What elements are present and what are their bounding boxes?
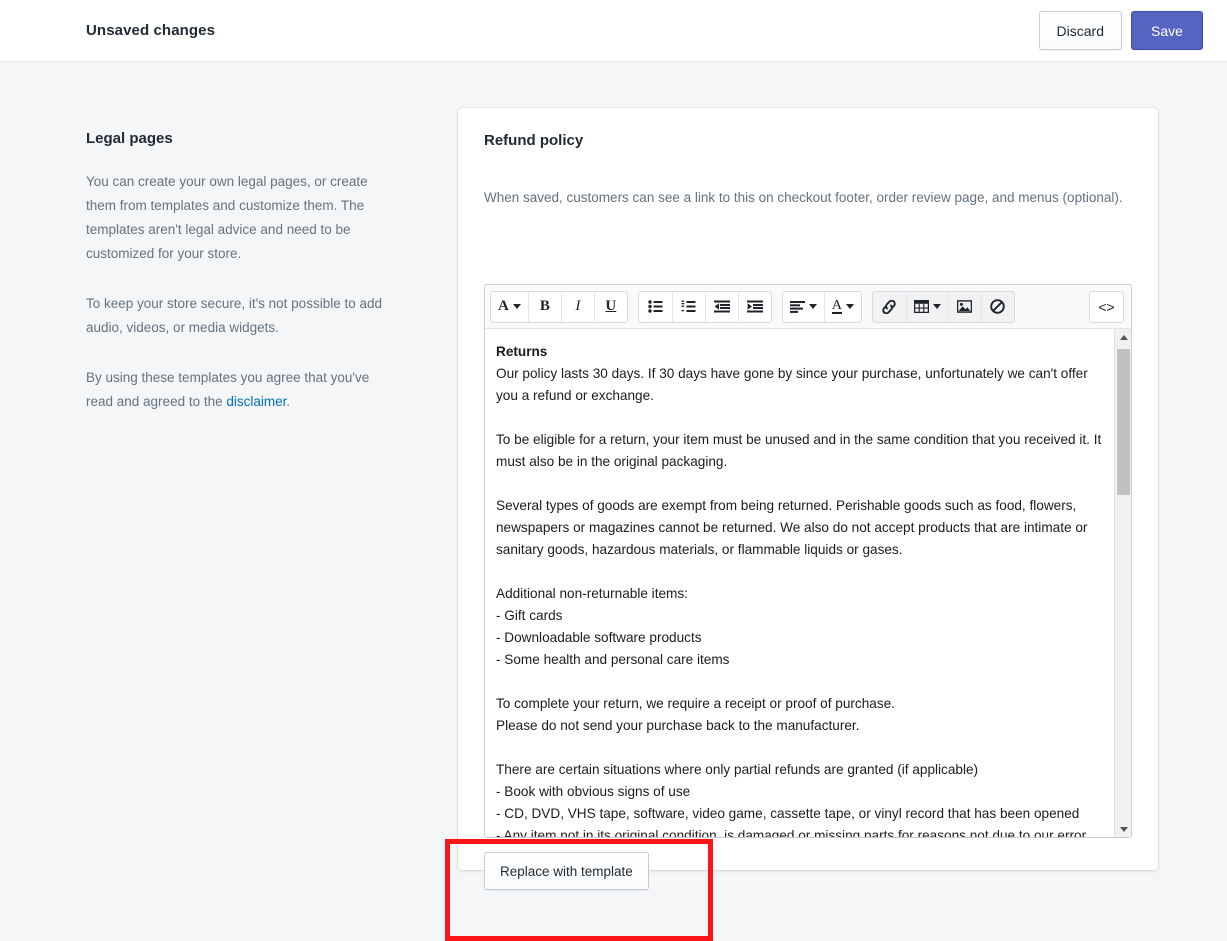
info-paragraph-2: To keep your store secure, it's not poss… (86, 296, 382, 335)
indent-button[interactable] (737, 291, 771, 322)
editor-line: Our policy lasts 30 days. If 30 days hav… (496, 366, 1092, 403)
text-color-icon: A (831, 298, 842, 314)
clear-formatting-button[interactable] (980, 291, 1014, 322)
rich-text-editor: A B I U A <> Returns Our policy lasts 30… (484, 284, 1132, 838)
page-title: Legal pages (86, 130, 173, 147)
numbered-list-icon (681, 300, 696, 312)
editor-blank-line (496, 407, 1103, 429)
bold-button[interactable]: B (527, 291, 561, 322)
chevron-down-icon (512, 304, 521, 309)
editor-line: Returns (496, 344, 548, 359)
underline-icon: U (605, 298, 617, 314)
editor-scrollbar[interactable] (1114, 329, 1131, 837)
refund-policy-card: Refund policy When saved, customers can … (458, 108, 1158, 890)
save-button[interactable]: Save (1131, 11, 1203, 50)
scroll-up-arrow-icon[interactable] (1115, 329, 1131, 346)
text-color-dropdown[interactable]: A (823, 291, 861, 322)
discard-button[interactable]: Discard (1038, 11, 1122, 50)
card-title: Refund policy (484, 132, 584, 149)
scrollbar-thumb[interactable] (1117, 349, 1130, 495)
editor-line: - Downloadable software products (496, 630, 702, 645)
align-dropdown[interactable] (783, 292, 824, 322)
insert-link-button[interactable] (873, 292, 906, 322)
scroll-down-arrow-icon[interactable] (1115, 821, 1131, 837)
insert-table-dropdown[interactable] (905, 291, 948, 322)
info-paragraph-3-suffix: . (286, 394, 291, 409)
card-subtitle: When saved, customers can see a link to … (484, 190, 1123, 205)
toolbar-group-text-format: A B I U (490, 290, 628, 323)
editor-line: - Book with obvious signs of use (496, 784, 691, 799)
editor-blank-line (496, 561, 1103, 583)
editor-line: To complete your return, we require a re… (496, 696, 895, 711)
bulleted-list-icon (648, 300, 663, 313)
legal-pages-info-column: Legal pages You can create your own lega… (86, 130, 386, 414)
outdent-button[interactable] (704, 291, 738, 322)
italic-button[interactable]: I (560, 291, 594, 322)
link-icon (882, 299, 897, 314)
chevron-down-icon (932, 304, 941, 309)
replace-with-template-button[interactable]: Replace with template (484, 852, 649, 890)
editor-line: Several types of goods are exempt from b… (496, 498, 1092, 557)
unsaved-changes-bar: Unsaved changes Discard Save (0, 0, 1227, 62)
chevron-down-icon (808, 304, 817, 309)
info-paragraph-3: By using these templates you agree that … (86, 366, 386, 414)
align-left-icon (789, 300, 805, 313)
editor-line: Additional non-returnable items: (496, 586, 688, 601)
toolbar-group-lists (637, 290, 772, 323)
italic-icon: I (575, 298, 581, 314)
code-view-button[interactable]: <> (1090, 292, 1123, 322)
editor-line: - Some health and personal care items (496, 652, 730, 667)
table-icon (913, 300, 929, 313)
indent-icon (746, 300, 763, 313)
circle-slash-icon (990, 299, 1006, 314)
info-paragraph-1: You can create your own legal pages, or … (86, 174, 368, 261)
editor-line: - CD, DVD, VHS tape, software, video gam… (496, 806, 1080, 821)
toolbar-group-align-color: A (781, 290, 862, 323)
image-icon (957, 300, 973, 313)
font-letter-icon: A (498, 298, 509, 314)
editor-line: - Gift cards (496, 608, 563, 623)
toolbar-group-insert (871, 290, 1015, 323)
chevron-down-icon (845, 304, 854, 309)
page-body: Legal pages You can create your own lega… (0, 62, 1227, 941)
numbered-list-button[interactable] (671, 291, 705, 322)
bold-icon: B (539, 298, 550, 314)
savebar-actions: Discard Save (1038, 11, 1203, 50)
editor-text[interactable]: Returns Our policy lasts 30 days. If 30 d… (496, 341, 1106, 838)
insert-image-button[interactable] (947, 291, 981, 322)
outdent-icon (713, 300, 730, 313)
unsaved-changes-label: Unsaved changes (86, 22, 216, 39)
editor-line: - Any item not in its original condition… (496, 828, 1087, 838)
editor-content-area[interactable]: Returns Our policy lasts 30 days. If 30 d… (485, 329, 1131, 838)
font-style-dropdown[interactable]: A (491, 292, 528, 322)
editor-toolbar: A B I U A <> (485, 285, 1131, 329)
editor-blank-line (496, 737, 1103, 759)
editor-blank-line (496, 671, 1103, 693)
editor-line: To be eligible for a return, your item m… (496, 432, 1106, 469)
disclaimer-link[interactable]: disclaimer (226, 394, 286, 409)
underline-button[interactable]: U (593, 291, 627, 322)
editor-line: There are certain situations where only … (496, 762, 979, 777)
editor-blank-line (496, 473, 1103, 495)
toolbar-group-code: <> (1089, 290, 1124, 323)
code-brackets-icon: <> (1098, 298, 1115, 315)
bulleted-list-button[interactable] (639, 292, 672, 322)
editor-line: Please do not send your purchase back to… (496, 718, 860, 733)
